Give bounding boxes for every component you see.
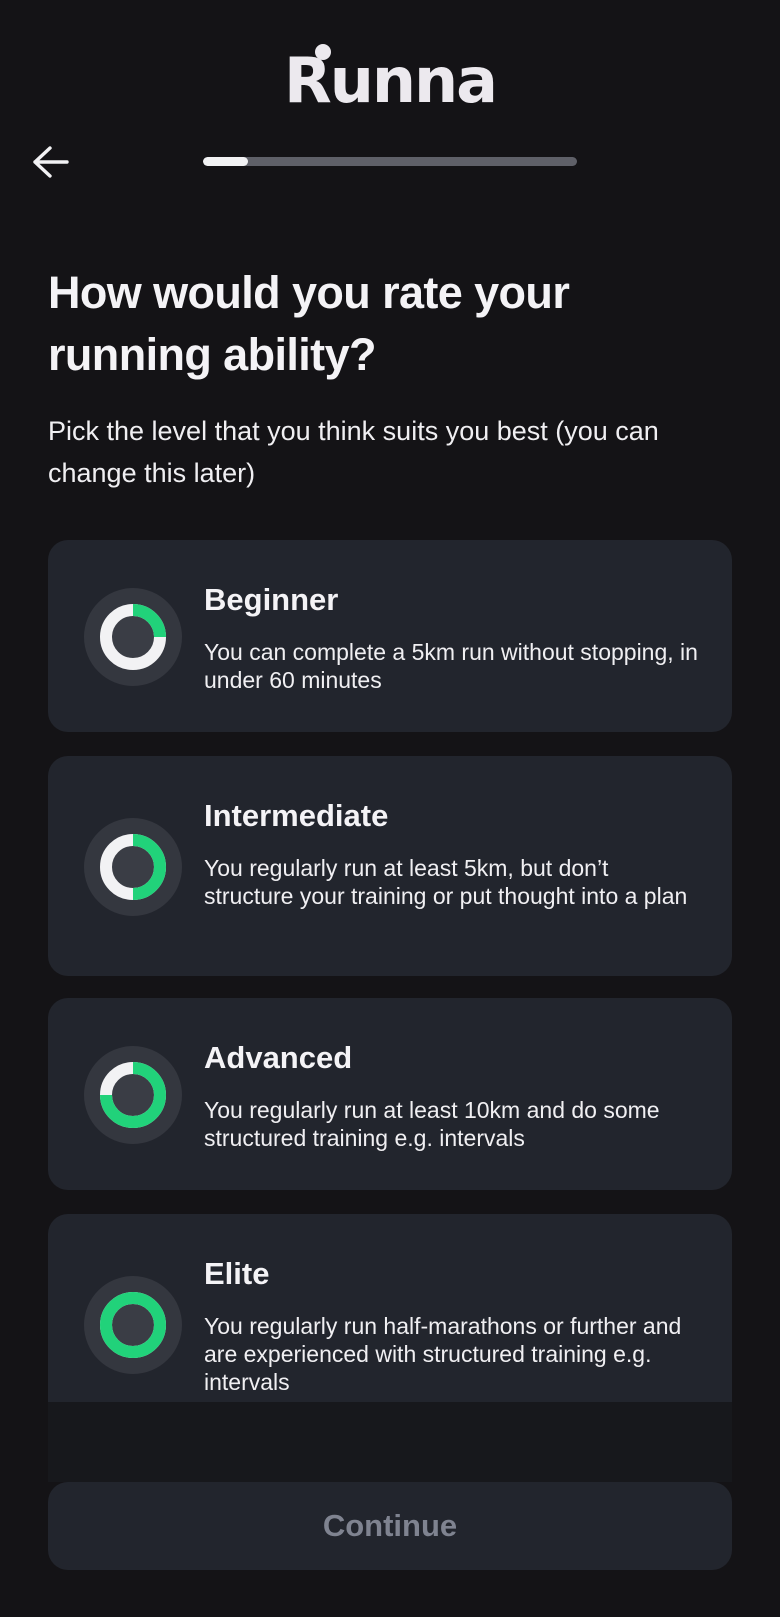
progress-fill: [203, 157, 248, 166]
option-description: You can complete a 5km run without stopp…: [204, 639, 698, 693]
scroll-fade: [48, 1402, 732, 1482]
option-elite[interactable]: Elite You regularly run half-marathons o…: [48, 1214, 732, 1434]
level-ring-icon: [84, 818, 182, 916]
runna-logo: Runna: [0, 44, 780, 117]
continue-label: Continue: [322, 1508, 458, 1543]
level-ring-icon: [84, 1276, 182, 1374]
option-title: Beginner: [204, 582, 339, 617]
logo-text: Runna: [284, 44, 498, 117]
page-title: How would you rate your running ability?: [48, 267, 570, 380]
arrow-left-icon: [33, 146, 69, 178]
option-description: You regularly run at least 5km, but don’…: [204, 855, 688, 909]
continue-button[interactable]: Continue: [48, 1482, 732, 1570]
option-title: Intermediate: [204, 798, 389, 833]
onboarding-screen: Runna How would you rate your running ab…: [0, 0, 780, 1617]
option-advanced[interactable]: Advanced You regularly run at least 10km…: [48, 998, 732, 1190]
option-intermediate[interactable]: Intermediate You regularly run at least …: [48, 756, 732, 976]
option-title: Elite: [204, 1256, 270, 1291]
option-title: Advanced: [204, 1040, 353, 1075]
option-description: You regularly run half-marathons or furt…: [204, 1313, 682, 1395]
option-description: You regularly run at least 10km and do s…: [204, 1097, 660, 1151]
back-button[interactable]: [26, 140, 74, 184]
option-beginner[interactable]: Beginner You can complete a 5km run with…: [48, 540, 732, 732]
page-subtitle: Pick the level that you think suits you …: [48, 416, 659, 488]
level-ring-icon: [84, 588, 182, 686]
onboarding-progress-bar: [203, 157, 577, 166]
level-ring-icon: [84, 1046, 182, 1144]
logo-dot: [315, 44, 331, 60]
